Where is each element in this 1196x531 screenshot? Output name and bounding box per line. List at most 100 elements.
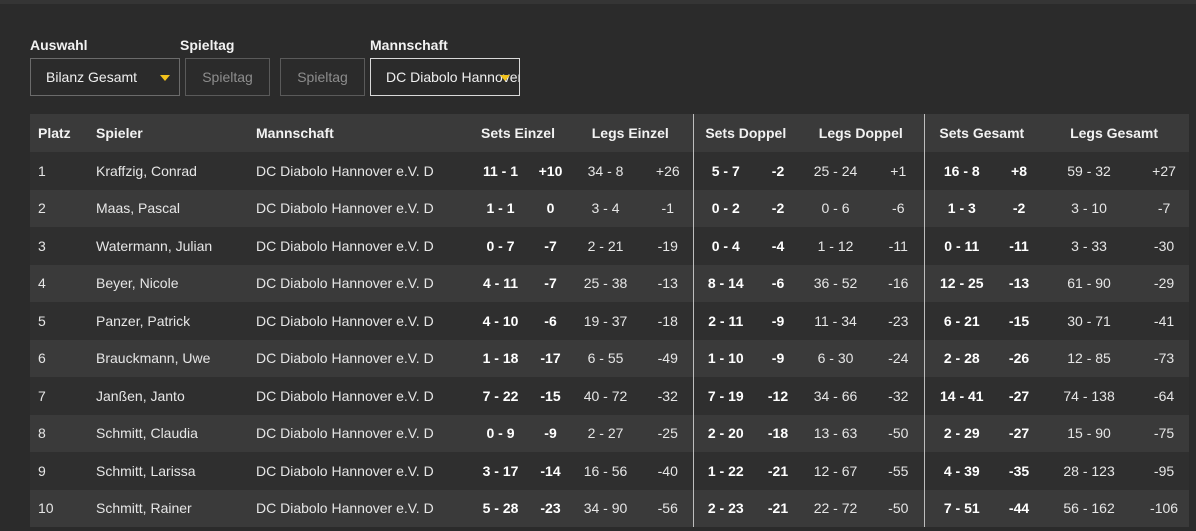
cell-platz: 8 — [30, 414, 88, 452]
cell-legs-doppel-diff: +1 — [873, 152, 925, 190]
cell-sets-einzel-diff: -14 — [533, 452, 569, 490]
cell-legs-doppel-diff: -24 — [873, 339, 925, 377]
mannschaft-group: Mannschaft DC Diabolo Hannover e.V. D — [370, 36, 520, 96]
cell-legs-einzel-diff: -18 — [643, 302, 694, 340]
cell-spieler[interactable]: Beyer, Nicole — [88, 264, 248, 302]
table-row[interactable]: 7 Janßen, Janto DC Diabolo Hannover e.V. D… — [30, 377, 1190, 415]
table-row[interactable]: 4 Beyer, Nicole DC Diabolo Hannover e.V. D… — [30, 264, 1190, 302]
table-row[interactable]: 8 Schmitt, Claudia DC Diabolo Hannover e.V… — [30, 414, 1190, 452]
cell-sets-doppel: 7 - 19 — [692, 377, 759, 415]
cell-platz: 6 — [30, 339, 88, 377]
cell-legs-doppel-diff: -32 — [873, 377, 925, 415]
spieltag-label: Spieltag — [180, 37, 235, 53]
auswahl-select[interactable]: Bilanz Gesamt — [30, 58, 180, 96]
table-row[interactable]: 5 Panzer, Patrick DC Diabolo Hannover e.V.… — [30, 302, 1190, 340]
cell-sets-doppel-diff: -21 — [758, 452, 799, 490]
cell-spieler[interactable]: Janßen, Janto — [88, 377, 248, 415]
cell-sets-einzel-diff: -23 — [533, 489, 569, 527]
cell-spieler[interactable]: Maas, Pascal — [88, 189, 248, 227]
cell-legs-gesamt: 3 - 33 — [1039, 227, 1140, 265]
cell-sets-gesamt-diff: -35 — [999, 452, 1040, 490]
table-row[interactable]: 10 Schmitt, Rainer DC Diabolo Hannover e.V… — [30, 489, 1190, 527]
cell-spieler[interactable]: Schmitt, Larissa — [88, 452, 248, 490]
col-legs-doppel[interactable]: Legs Doppel — [798, 114, 925, 152]
table-row[interactable]: 6 Brauckmann, Uwe DC Diabolo Hannover e.V.… — [30, 339, 1190, 377]
cell-spieler[interactable]: Brauckmann, Uwe — [88, 339, 248, 377]
col-legs-gesamt[interactable]: Legs Gesamt — [1039, 114, 1190, 152]
cell-sets-einzel: 4 - 10 — [468, 302, 533, 340]
cell-spieler[interactable]: Kraffzig, Conrad — [88, 152, 248, 190]
cell-spieler[interactable]: Panzer, Patrick — [88, 302, 248, 340]
cell-legs-gesamt-diff: -7 — [1139, 189, 1190, 227]
cell-legs-doppel: 22 - 72 — [798, 489, 874, 527]
cell-legs-doppel-diff: -6 — [873, 189, 925, 227]
cell-legs-doppel-diff: -23 — [873, 302, 925, 340]
standings-table: Platz Spieler Mannschaft Sets Einzel Leg… — [30, 114, 1190, 527]
cell-legs-einzel-diff: -32 — [643, 377, 694, 415]
col-mannschaft[interactable]: Mannschaft — [248, 114, 468, 152]
cell-sets-doppel-diff: -12 — [758, 377, 799, 415]
cell-sets-einzel: 3 - 17 — [468, 452, 533, 490]
col-sets-einzel[interactable]: Sets Einzel — [468, 114, 569, 152]
cell-sets-einzel: 11 - 1 — [468, 152, 533, 190]
cell-spieler[interactable]: Schmitt, Claudia — [88, 414, 248, 452]
table-row[interactable]: 9 Schmitt, Larissa DC Diabolo Hannover e.V… — [30, 452, 1190, 490]
cell-mannschaft: DC Diabolo Hannover e.V. D — [248, 452, 468, 490]
col-sets-doppel[interactable]: Sets Doppel — [692, 114, 799, 152]
cell-sets-doppel: 2 - 20 — [692, 414, 759, 452]
cell-spieler[interactable]: Schmitt, Rainer — [88, 489, 248, 527]
cell-legs-einzel-diff: -40 — [643, 452, 694, 490]
cell-sets-einzel-diff: -7 — [533, 264, 569, 302]
cell-sets-doppel-diff: -9 — [758, 339, 799, 377]
cell-legs-einzel-diff: -13 — [643, 264, 694, 302]
cell-legs-gesamt-diff: -95 — [1139, 452, 1190, 490]
col-sets-gesamt[interactable]: Sets Gesamt — [923, 114, 1040, 152]
table-row[interactable]: 3 Watermann, Julian DC Diabolo Hannover e.… — [30, 227, 1190, 265]
cell-mannschaft: DC Diabolo Hannover e.V. D — [248, 414, 468, 452]
cell-legs-gesamt: 74 - 138 — [1039, 377, 1140, 415]
cell-sets-doppel-diff: -2 — [758, 152, 799, 190]
cell-sets-doppel: 1 - 10 — [692, 339, 759, 377]
cell-legs-einzel-diff: -25 — [643, 414, 694, 452]
cell-legs-einzel: 6 - 55 — [568, 339, 644, 377]
table-row[interactable]: 2 Maas, Pascal DC Diabolo Hannover e.V. D1… — [30, 189, 1190, 227]
table-row[interactable]: 1 Kraffzig, Conrad DC Diabolo Hannover e.V… — [30, 152, 1190, 190]
cell-platz: 5 — [30, 302, 88, 340]
cell-legs-gesamt: 3 - 10 — [1039, 189, 1140, 227]
cell-sets-doppel: 5 - 7 — [692, 152, 759, 190]
cell-legs-doppel-diff: -50 — [873, 414, 925, 452]
cell-sets-doppel: 2 - 23 — [692, 489, 759, 527]
cell-sets-gesamt-diff: -26 — [999, 339, 1040, 377]
cell-legs-gesamt-diff: -64 — [1139, 377, 1190, 415]
cell-sets-gesamt: 2 - 28 — [923, 339, 1000, 377]
cell-spieler[interactable]: Watermann, Julian — [88, 227, 248, 265]
cell-sets-gesamt: 1 - 3 — [923, 189, 1000, 227]
cell-sets-gesamt: 2 - 29 — [923, 414, 1000, 452]
cell-legs-einzel-diff: -1 — [643, 189, 694, 227]
cell-legs-gesamt: 59 - 32 — [1039, 152, 1140, 190]
cell-legs-einzel: 19 - 37 — [568, 302, 644, 340]
cell-platz: 7 — [30, 377, 88, 415]
top-border — [0, 0, 1196, 4]
mannschaft-select[interactable]: DC Diabolo Hannover e.V. D — [370, 58, 520, 96]
col-spieler[interactable]: Spieler — [88, 114, 248, 152]
cell-sets-einzel-diff: -9 — [533, 414, 569, 452]
cell-legs-gesamt-diff: -30 — [1139, 227, 1190, 265]
spieltag-select-from[interactable]: Spieltag — [185, 58, 270, 96]
cell-legs-einzel: 16 - 56 — [568, 452, 644, 490]
cell-sets-doppel-diff: -9 — [758, 302, 799, 340]
col-legs-einzel[interactable]: Legs Einzel — [568, 114, 694, 152]
chevron-down-icon — [500, 75, 510, 81]
cell-sets-einzel-diff: +10 — [533, 152, 569, 190]
cell-sets-doppel-diff: -18 — [758, 414, 799, 452]
cell-sets-doppel-diff: -2 — [758, 189, 799, 227]
cell-legs-einzel: 25 - 38 — [568, 264, 644, 302]
cell-legs-gesamt-diff: -29 — [1139, 264, 1190, 302]
cell-legs-doppel-diff: -11 — [873, 227, 925, 265]
cell-legs-einzel: 40 - 72 — [568, 377, 644, 415]
spieltag-select-to[interactable]: Spieltag — [280, 58, 365, 96]
col-platz[interactable]: Platz — [30, 114, 88, 152]
cell-sets-gesamt: 16 - 8 — [923, 152, 1000, 190]
cell-platz: 3 — [30, 227, 88, 265]
cell-sets-doppel: 0 - 4 — [692, 227, 759, 265]
